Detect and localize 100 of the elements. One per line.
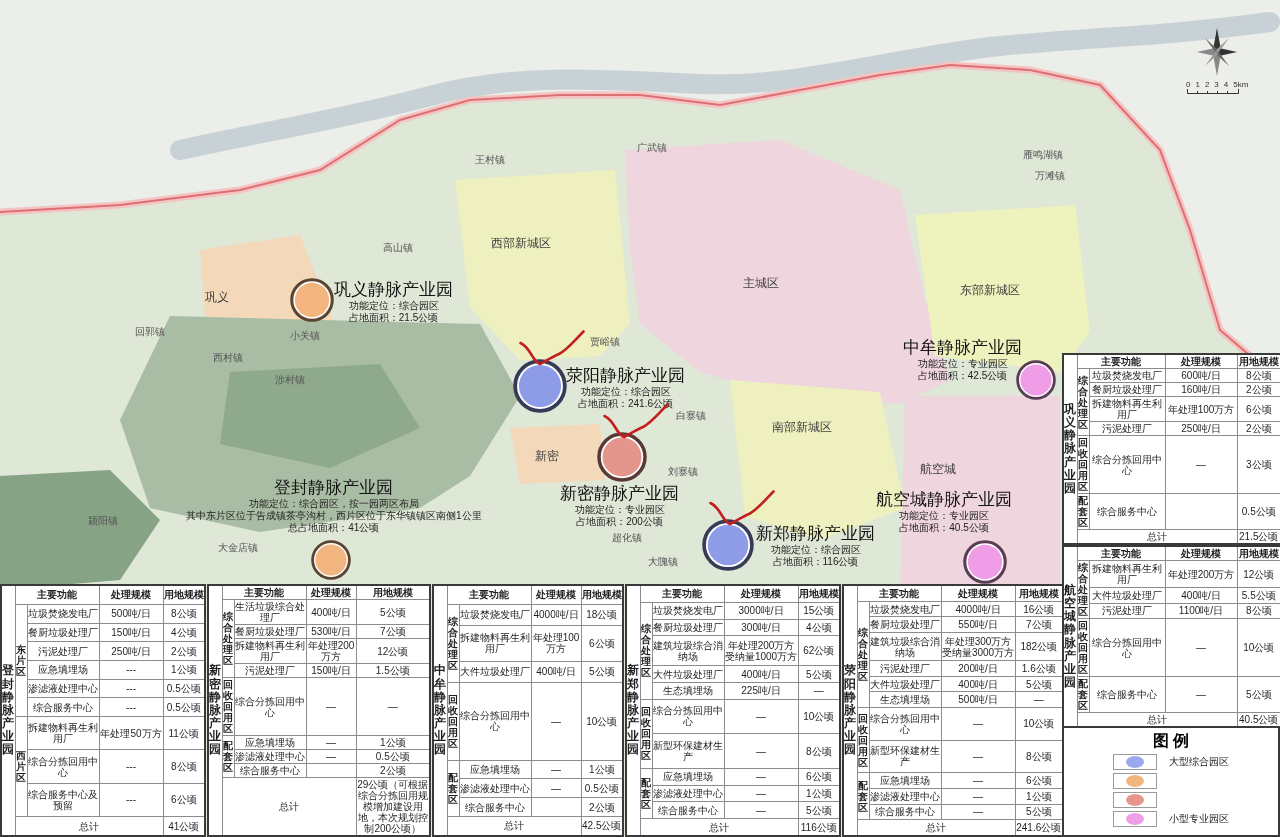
table-cell: 400吨/日: [306, 599, 356, 625]
table-cell: 160吨/日: [1165, 382, 1237, 397]
park-info: 功能定位：专业园区: [574, 504, 665, 516]
group-label: 配套区: [1077, 676, 1089, 713]
table-cell: —: [941, 740, 1015, 773]
table-cell: 污泥处理厂: [869, 660, 941, 677]
district-label: 新密: [535, 449, 559, 463]
park-info: 占地面积：200公顷: [576, 516, 663, 528]
table-cell: 综合服务中心: [869, 804, 941, 820]
column-header: 主要功能: [447, 585, 531, 605]
table-cell: 250吨/日: [1165, 421, 1237, 436]
table-cell: —: [941, 707, 1015, 741]
table-cell: 应急填埋场: [459, 760, 531, 779]
park-info: 占地面积：42.5公顷: [917, 370, 1008, 382]
park-info: 功能定位：综合园区: [580, 386, 671, 398]
town-label: 广武镇: [637, 142, 667, 154]
district-label: 巩义: [205, 290, 229, 304]
group-label: 综合处理区: [447, 604, 459, 683]
district-label: 东部新城区: [960, 283, 1020, 297]
table-cell: 餐厨垃圾处理厂: [869, 616, 941, 633]
table-cell: 垃圾焚烧发电厂: [869, 601, 941, 617]
table-cell: 应急填埋场: [869, 772, 941, 789]
column-header: 用地规模: [1237, 354, 1280, 369]
park-name: 荥阳静脉产业园: [843, 585, 857, 836]
park-name: 新密静脉产业园: [208, 585, 222, 836]
table-cell: 400吨/日: [941, 676, 1015, 692]
group-label: 回收回用区: [640, 699, 652, 769]
legend-title: 图 例: [1152, 732, 1190, 750]
park-info: 功能定位：综合园区: [770, 544, 861, 556]
column-header: 主要功能: [15, 585, 99, 605]
table-cell: 0.5公顷: [356, 749, 430, 764]
town-label: 高山镇: [383, 242, 413, 254]
table-cell: 应急填埋场: [27, 660, 99, 680]
park-info: 功能定位：综合园区: [348, 300, 439, 312]
table-cell: 生态填埋场: [652, 682, 724, 700]
park-title: 航空城静脉产业园: [876, 490, 1012, 510]
park-info: 功能定位：专业园区: [899, 510, 989, 522]
scale-label: 3: [1214, 80, 1219, 89]
table-cell: —: [306, 677, 356, 736]
table-cell: 年处理100万方: [531, 625, 581, 662]
column-header: 处理规模: [1165, 546, 1237, 561]
table-cell: 污泥处理厂: [27, 641, 99, 661]
table-cell: 渗滤液处理中心: [869, 788, 941, 804]
table-cell: —: [724, 785, 798, 802]
park-info: 功能定位：综合园区，按一园两区布局: [248, 498, 419, 510]
table-cell: 150吨/日: [306, 663, 356, 678]
table-cell: ---: [99, 783, 163, 817]
table-cell: 综合服务中心: [234, 763, 306, 778]
scale-bar-icon: [1187, 89, 1239, 94]
park-info: 总占地面积：41公顷: [288, 522, 380, 534]
town-label: 涉村镇: [275, 374, 305, 386]
table-cell: ---: [99, 679, 163, 698]
park-name: 中牟静脉产业园: [433, 585, 447, 836]
table-cell: 大件垃圾处理厂: [1089, 587, 1165, 604]
table-cell: 渗滤液处理中心: [652, 785, 724, 802]
table-cell: 400吨/日: [724, 665, 798, 683]
table-cell: 4000吨/日: [941, 601, 1015, 617]
group-label: 综合处理区: [1077, 368, 1089, 436]
table-cell: 1.5公顷: [356, 663, 430, 678]
table-cell: 综合服务中心: [1089, 493, 1165, 530]
park-title: 巩义静脉产业园: [334, 280, 453, 300]
table-cell: 综合服务中心: [459, 797, 531, 817]
table-cell: 垃圾焚烧发电厂: [27, 604, 99, 624]
park-title: 登封静脉产业园: [274, 478, 394, 498]
table-cell: 2公顷: [1237, 421, 1280, 436]
column-header: 主要功能: [857, 585, 941, 602]
table-cell: 225吨/日: [724, 682, 798, 700]
table-cell: 250吨/日: [99, 641, 163, 661]
table-cell: 应急填埋场: [234, 735, 306, 750]
town-label: 回郭镇: [135, 326, 165, 338]
table-cell: 400吨/日: [1165, 587, 1237, 604]
table-cell: 综合服务中心: [27, 697, 99, 717]
park-title: 新郑静脉产业园: [756, 524, 875, 544]
table-cell: 500吨/日: [941, 692, 1015, 708]
table-cell: 年处理200万方: [1165, 560, 1237, 588]
table-cell: 污泥处理厂: [1089, 421, 1165, 436]
table-cell: 200吨/日: [941, 660, 1015, 677]
table-cell: —: [531, 682, 581, 761]
park-name: 新郑静脉产业园: [626, 585, 640, 836]
table-cell: —: [941, 788, 1015, 804]
scale-label: 0: [1186, 80, 1191, 89]
table-cell: 渗滤液处理中心: [459, 778, 531, 798]
table-cell: 2公顷: [1237, 382, 1280, 397]
table-cell: —: [531, 760, 581, 779]
town-label: 颍阳镇: [88, 515, 118, 527]
group-label: 东片区: [15, 604, 27, 717]
table-cell: 新型环保建材生产: [652, 733, 724, 769]
table-cell: 拆建物料再生利用厂: [1089, 560, 1165, 588]
table-cell: 综合分拣回用中心: [1089, 435, 1165, 494]
group-label: 综合处理区: [857, 601, 869, 708]
table-cell: 530吨/日: [306, 624, 356, 639]
column-header: 处理规模: [306, 585, 356, 600]
table-cell: 综合分拣回用中心: [869, 707, 941, 741]
table-cell: 550吨/日: [941, 616, 1015, 633]
table-cell: —: [724, 733, 798, 769]
table-cell: —: [724, 699, 798, 734]
table-cell: 大件垃圾处理厂: [652, 665, 724, 683]
table-cell: 300吨/日: [724, 619, 798, 636]
table-cell: 4000吨/日: [531, 604, 581, 625]
table-cell: 建筑垃圾综合消纳场: [869, 632, 941, 661]
